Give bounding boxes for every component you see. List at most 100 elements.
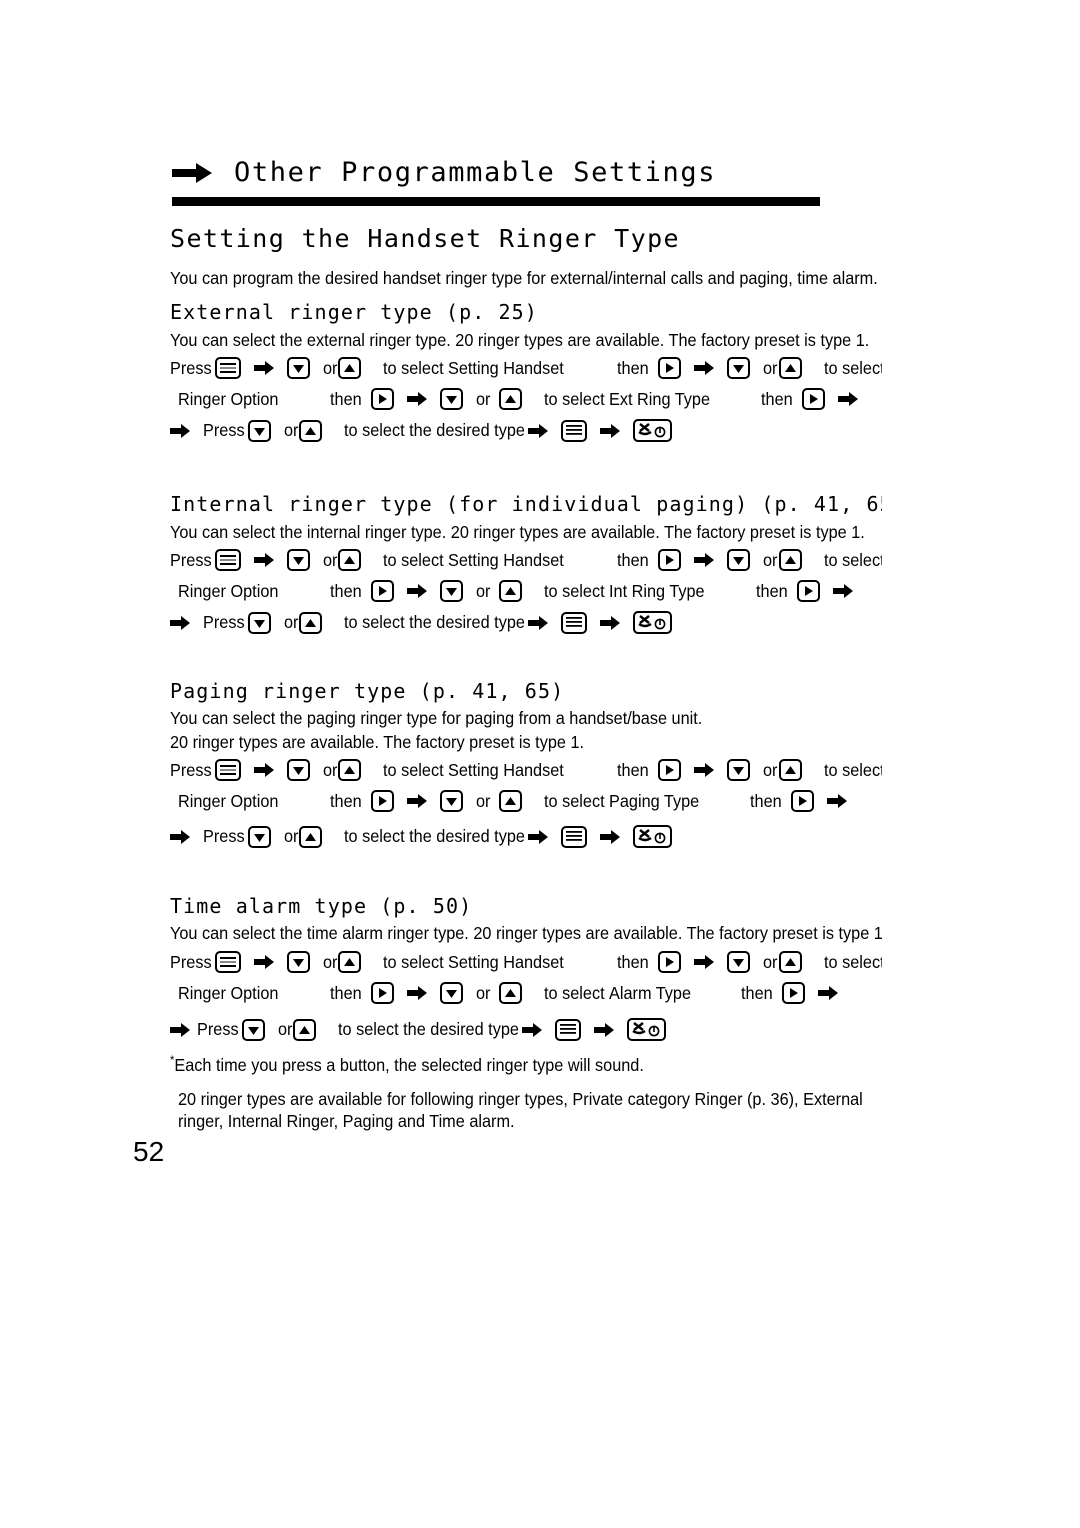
phone-off-key-icon[interactable] [632, 825, 672, 848]
step-row-paging-3: Press or to select the desired type * [170, 825, 672, 848]
bold-arrow-separator-icon [170, 1022, 190, 1037]
down-arrow-key-icon[interactable] [247, 419, 271, 442]
down-arrow-key-icon[interactable] [247, 825, 271, 848]
menu-key-icon[interactable] [214, 357, 241, 379]
up-arrow-key-icon[interactable] [299, 825, 323, 848]
menu-value-ring-type: Paging Type [608, 790, 699, 811]
menu-key-icon[interactable] [560, 825, 587, 848]
subsection-intro-time-alarm: You can select the time alarm ringer typ… [170, 923, 882, 943]
right-arrow-key-icon[interactable] [658, 357, 682, 379]
menu-key-icon[interactable] [560, 611, 587, 634]
right-arrow-key-icon[interactable] [658, 759, 682, 781]
or-label: or [476, 790, 491, 811]
then-label: then [329, 388, 362, 409]
menu-value-ringer-option: Ringer Option [178, 790, 279, 811]
bold-arrow-separator-icon [527, 615, 548, 630]
step-row-internal-2: Ringer Option then or to select Int Ring… [178, 580, 853, 602]
phone-off-key-icon[interactable] [626, 1018, 666, 1041]
footnote-line: *Each time you press a button, the selec… [170, 1053, 644, 1076]
menu-key-icon[interactable] [554, 1018, 581, 1041]
down-arrow-key-icon[interactable] [727, 951, 751, 973]
to-select-label: to select [543, 580, 605, 601]
bold-arrow-separator-icon [170, 615, 190, 630]
down-arrow-key-icon[interactable] [440, 790, 464, 812]
right-arrow-key-icon[interactable] [796, 580, 820, 602]
down-arrow-key-icon[interactable] [286, 951, 310, 973]
right-arrow-key-icon[interactable] [658, 951, 682, 973]
down-arrow-key-icon[interactable] [440, 388, 464, 410]
down-arrow-key-icon[interactable] [440, 982, 464, 1004]
or-label: or [283, 420, 299, 440]
down-arrow-key-icon[interactable] [286, 759, 310, 781]
up-arrow-key-icon[interactable] [498, 580, 522, 602]
down-arrow-key-icon[interactable] [727, 357, 751, 379]
bold-arrow-separator-icon [599, 423, 620, 438]
manual-page: Other Programmable Settings Setting the … [0, 0, 1080, 1528]
or-label: or [476, 982, 491, 1003]
to-select-label: to select [823, 549, 882, 570]
right-arrow-key-icon[interactable] [782, 982, 806, 1004]
bold-arrow-separator-icon [694, 763, 715, 777]
phone-off-key-icon[interactable] [632, 419, 672, 442]
subsection-heading-time-alarm: Time alarm type (p. 50) [170, 894, 473, 918]
down-arrow-key-icon[interactable] [440, 580, 464, 602]
menu-key-icon[interactable] [214, 951, 241, 973]
or-label: or [763, 549, 778, 570]
down-arrow-key-icon[interactable] [241, 1018, 265, 1041]
down-arrow-key-icon[interactable] [727, 759, 751, 781]
subsection-heading-paging: Paging ringer type (p. 41, 65) [170, 679, 565, 703]
right-arrow-key-icon[interactable] [790, 790, 814, 812]
or-label: or [283, 826, 299, 846]
up-arrow-key-icon[interactable] [778, 951, 802, 973]
right-arrow-key-icon[interactable] [371, 388, 395, 410]
press-label: Press [170, 759, 212, 780]
or-label: or [277, 1019, 293, 1039]
menu-key-icon[interactable] [560, 419, 587, 442]
phone-off-key-icon[interactable] [632, 611, 672, 634]
up-arrow-key-icon[interactable] [498, 388, 522, 410]
page-header: Other Programmable Settings [172, 157, 716, 188]
right-arrow-key-icon[interactable] [658, 549, 682, 571]
up-arrow-key-icon[interactable] [778, 357, 802, 379]
up-arrow-key-icon[interactable] [299, 611, 323, 634]
up-arrow-key-icon[interactable] [338, 951, 362, 973]
down-arrow-key-icon[interactable] [286, 549, 310, 571]
bold-arrow-separator-icon [832, 584, 853, 598]
or-label: or [476, 580, 491, 601]
up-arrow-key-icon[interactable] [778, 759, 802, 781]
right-arrow-key-icon[interactable] [371, 580, 395, 602]
up-arrow-key-icon[interactable] [293, 1018, 317, 1041]
menu-value-ringer-option: Ringer Option [178, 982, 279, 1003]
up-arrow-key-icon[interactable] [338, 549, 362, 571]
right-arrow-key-icon[interactable] [802, 388, 826, 410]
up-arrow-key-icon[interactable] [498, 982, 522, 1004]
bold-arrow-separator-icon [838, 392, 859, 406]
down-arrow-key-icon[interactable] [286, 357, 310, 379]
menu-value-setting-handset: Setting Handset [448, 549, 565, 570]
down-arrow-key-icon[interactable] [727, 549, 751, 571]
or-label: or [283, 612, 299, 632]
up-arrow-key-icon[interactable] [778, 549, 802, 571]
up-arrow-key-icon[interactable] [299, 419, 323, 442]
subsection-heading-internal: Internal ringer type (for individual pag… [170, 492, 882, 516]
then-label: then [755, 580, 788, 601]
bold-arrow-separator-icon [599, 615, 620, 630]
to-select-label: to select [383, 357, 444, 378]
down-arrow-key-icon[interactable] [247, 611, 271, 634]
header-rule [172, 197, 820, 206]
then-label: then [329, 790, 362, 811]
menu-key-icon[interactable] [214, 759, 241, 781]
subsection-heading-external: External ringer type (p. 25) [170, 300, 538, 324]
press-label: Press [203, 826, 245, 846]
section-intro: You can program the desired handset ring… [170, 268, 878, 288]
menu-value-ringer-option: Ringer Option [178, 388, 279, 409]
up-arrow-key-icon[interactable] [498, 790, 522, 812]
up-arrow-key-icon[interactable] [338, 759, 362, 781]
bold-arrow-separator-icon [527, 423, 548, 438]
right-arrow-key-icon[interactable] [371, 790, 395, 812]
up-arrow-key-icon[interactable] [338, 357, 362, 379]
menu-key-icon[interactable] [214, 549, 241, 571]
desired-type-label: to select the desired type [344, 826, 526, 846]
bold-arrow-separator-icon [407, 392, 428, 406]
right-arrow-key-icon[interactable] [371, 982, 395, 1004]
